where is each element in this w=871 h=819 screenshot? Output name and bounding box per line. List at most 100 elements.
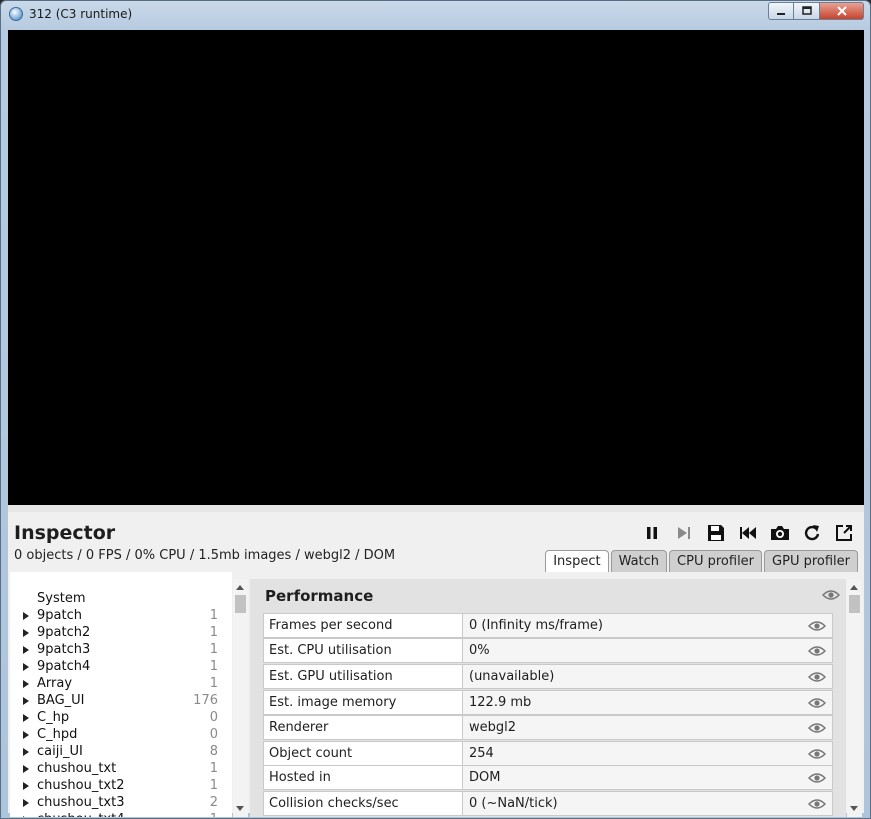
tree-item[interactable]: 9patch 1: [10, 608, 220, 625]
expand-arrow-icon[interactable]: [23, 799, 29, 807]
expand-arrow-icon[interactable]: [23, 731, 29, 739]
window-controls: [768, 2, 864, 22]
expand-arrow-icon[interactable]: [23, 748, 29, 756]
perf-row-renderer: Renderer webgl2: [263, 715, 833, 740]
tree-item-label: System: [37, 591, 86, 606]
perf-row-hosted-in: Hosted in DOM: [263, 765, 833, 790]
inspector-title: Inspector: [14, 522, 116, 544]
perf-row-gpu: Est. GPU utilisation (unavailable): [263, 664, 833, 689]
tree-item-label: chushou_txt3: [37, 795, 125, 810]
performance-panel: Performance Frames per second 0 (Infinit…: [250, 579, 846, 817]
tree-item[interactable]: caiji_UI 8: [10, 744, 220, 761]
tree-item-label: C_hpd: [37, 727, 78, 742]
perf-row-value: webgl2: [469, 720, 517, 735]
tree-item-label: 9patch3: [37, 642, 91, 657]
eye-icon[interactable]: [808, 697, 826, 709]
maximize-button[interactable]: [794, 2, 820, 20]
restart-icon: [740, 527, 756, 539]
close-button[interactable]: [820, 2, 864, 20]
perf-row-name: Collision checks/sec: [264, 792, 463, 815]
tree-item[interactable]: C_hpd 0: [10, 727, 220, 744]
expand-arrow-icon[interactable]: [23, 663, 29, 671]
close-icon: [836, 6, 847, 16]
step-button[interactable]: [672, 522, 696, 544]
save-icon: [708, 525, 724, 541]
scroll-down-arrow-icon[interactable]: [236, 806, 244, 811]
expand-arrow-icon[interactable]: [23, 697, 29, 705]
expand-arrow-icon[interactable]: [23, 646, 29, 654]
tree-item-label: BAG_UI: [37, 693, 85, 708]
tree-item-count: 8: [209, 744, 218, 759]
tree-item[interactable]: chushou_txt3 2: [10, 795, 220, 812]
save-button[interactable]: [704, 522, 728, 544]
eye-icon[interactable]: [808, 798, 826, 810]
tree-item[interactable]: Array 1: [10, 676, 220, 693]
reload-button[interactable]: [800, 522, 824, 544]
tab-watch[interactable]: Watch: [610, 550, 668, 572]
perf-row-value: 122.9 mb: [469, 695, 532, 710]
tree-item-label: chushou_txt2: [37, 778, 125, 793]
perf-row-value: 0 (~NaN/tick): [469, 796, 558, 811]
expand-arrow-icon[interactable]: [23, 680, 29, 688]
tree-item-label: 9patch: [37, 608, 82, 623]
expand-arrow-icon[interactable]: [23, 765, 29, 773]
expand-arrow-icon[interactable]: [23, 612, 29, 620]
expand-arrow-icon[interactable]: [23, 629, 29, 637]
tree-item[interactable]: 9patch4 1: [10, 659, 220, 676]
minimize-button[interactable]: [768, 2, 794, 20]
title-bar[interactable]: 312 (C3 runtime): [1, 1, 870, 29]
scroll-up-arrow-icon[interactable]: [236, 585, 244, 590]
tab-gpu-profiler[interactable]: GPU profiler: [764, 550, 858, 572]
tree-item[interactable]: chushou_txt4 1: [10, 812, 220, 817]
expand-arrow-icon[interactable]: [23, 816, 29, 817]
tree-item-label: caiji_UI: [37, 744, 83, 759]
eye-icon[interactable]: [822, 589, 840, 601]
inspector-tabs: Inspect Watch CPU profiler GPU profiler: [545, 550, 858, 572]
tree-item-system[interactable]: System: [10, 591, 220, 608]
tree-item-count: 1: [209, 676, 218, 691]
minimize-icon: [777, 13, 785, 15]
performance-scrollbar[interactable]: [847, 579, 862, 817]
tree-item-label: C_hp: [37, 710, 70, 725]
tree-item-count: 0: [209, 710, 218, 725]
tree-item-label: Array: [37, 676, 73, 691]
step-icon: [678, 527, 690, 539]
tree-item-count: 1: [209, 778, 218, 793]
eye-icon[interactable]: [808, 772, 826, 784]
tree-item-count: 1: [209, 625, 218, 640]
perf-row-value: 0%: [469, 643, 490, 658]
perf-row-name: Object count: [264, 742, 463, 765]
scroll-down-arrow-icon[interactable]: [850, 806, 858, 811]
eye-icon[interactable]: [808, 620, 826, 632]
tree-item[interactable]: chushou_txt2 1: [10, 778, 220, 795]
perf-row-fps: Frames per second 0 (Infinity ms/frame): [263, 613, 833, 638]
tree-scroll-thumb[interactable]: [235, 595, 246, 613]
tree-scrollbar[interactable]: [233, 579, 248, 817]
game-canvas[interactable]: [8, 30, 864, 505]
perf-row-value: DOM: [469, 770, 501, 785]
tree-item[interactable]: BAG_UI 176: [10, 693, 220, 710]
app-icon: [9, 7, 23, 21]
perf-row-name: Est. GPU utilisation: [264, 665, 463, 688]
restart-button[interactable]: [736, 522, 760, 544]
eye-icon[interactable]: [808, 671, 826, 683]
pause-button[interactable]: [640, 522, 664, 544]
screenshot-button[interactable]: [768, 522, 792, 544]
tree-item[interactable]: 9patch2 1: [10, 625, 220, 642]
eye-icon[interactable]: [808, 722, 826, 734]
tree-item[interactable]: C_hp 0: [10, 710, 220, 727]
eye-icon[interactable]: [808, 748, 826, 760]
eye-icon[interactable]: [808, 645, 826, 657]
perf-row-name: Est. CPU utilisation: [264, 639, 463, 662]
tree-item-label: 9patch2: [37, 625, 91, 640]
expand-arrow-icon[interactable]: [23, 714, 29, 722]
tree-item-label: chushou_txt: [37, 761, 117, 776]
performance-scroll-thumb[interactable]: [849, 595, 860, 613]
tab-inspect[interactable]: Inspect: [545, 550, 609, 572]
tree-item[interactable]: 9patch3 1: [10, 642, 220, 659]
expand-arrow-icon[interactable]: [23, 782, 29, 790]
scroll-up-arrow-icon[interactable]: [850, 585, 858, 590]
popout-button[interactable]: [832, 522, 856, 544]
tree-item[interactable]: chushou_txt 1: [10, 761, 220, 778]
tab-cpu-profiler[interactable]: CPU profiler: [669, 550, 763, 572]
